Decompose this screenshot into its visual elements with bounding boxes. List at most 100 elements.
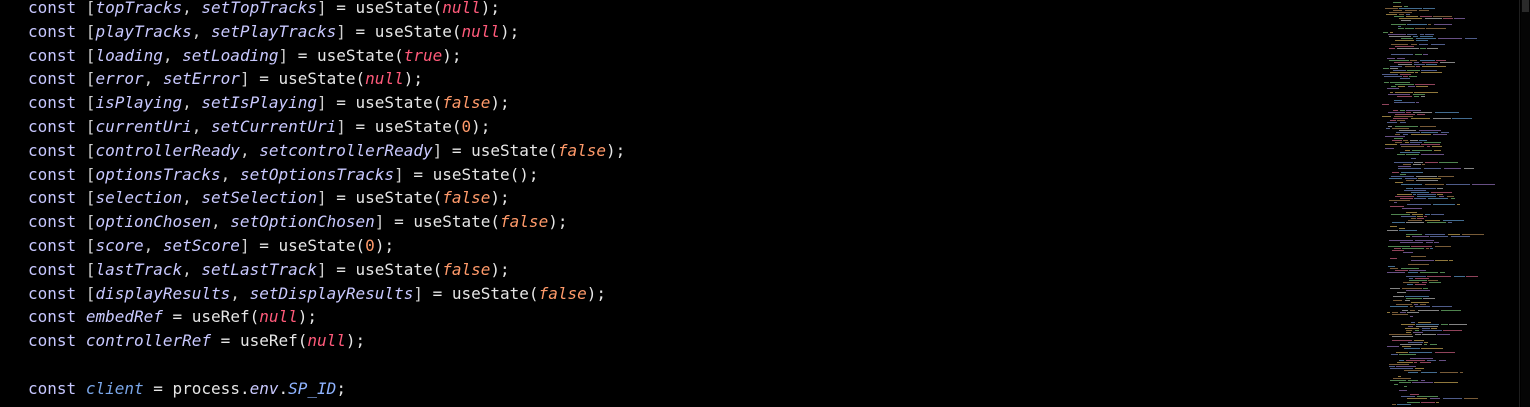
- minimap-line: [1394, 202, 1397, 203]
- minimap-line: [1403, 252, 1413, 253]
- minimap-line: [1397, 96, 1412, 97]
- minimap-line: [1394, 62, 1412, 63]
- minimap-line: [1409, 76, 1417, 77]
- minimap-line: [1421, 348, 1443, 349]
- minimap-line: [1398, 86, 1405, 87]
- minimap-line: [1406, 234, 1422, 235]
- minimap-line: [1427, 222, 1446, 223]
- minimap-line: [1389, 334, 1412, 335]
- minimap-line: [1410, 142, 1422, 143]
- minimap-line: [1415, 306, 1430, 307]
- minimap-line: [1427, 360, 1436, 361]
- state-variable: currentUri: [95, 116, 192, 136]
- minimap-line: [1393, 70, 1406, 71]
- assign-operator: =: [336, 188, 356, 208]
- minimap-line: [1430, 248, 1433, 249]
- code-line[interactable]: const [optionChosen, setOptionChosen] = …: [28, 210, 625, 234]
- minimap-line: [1406, 180, 1414, 181]
- code-line[interactable]: const [error, setError] = useState(null)…: [28, 67, 625, 91]
- vertical-scrollbar[interactable]: [1521, 0, 1530, 407]
- minimap-line: [1417, 194, 1436, 195]
- minimap-line: [1390, 368, 1413, 369]
- minimap-line: [1426, 248, 1429, 249]
- minimap-line: [1411, 134, 1431, 135]
- minimap-line: [1382, 104, 1389, 105]
- code-editor[interactable]: const [topTracks, setTopTracks] = useSta…: [0, 0, 1530, 407]
- minimap-line: [1411, 192, 1429, 193]
- code-line[interactable]: const [lastTrack, setLastTrack] = useSta…: [28, 258, 625, 282]
- minimap-line: [1405, 10, 1417, 11]
- minimap-line: [1423, 54, 1428, 55]
- minimap-line: [1440, 272, 1445, 273]
- minimap-line: [1451, 236, 1470, 237]
- minimap-line: [1396, 352, 1408, 353]
- state-setter: setSelection: [201, 188, 317, 208]
- minimap-line: [1397, 154, 1405, 155]
- minimap-line: [1426, 64, 1437, 65]
- minimap-line: [1420, 34, 1424, 35]
- assign-operator: =: [336, 259, 356, 279]
- minimap-line: [1393, 296, 1404, 297]
- comma: ,: [182, 188, 202, 208]
- minimap-line: [1420, 36, 1433, 37]
- state-setter: setIsPlaying: [201, 93, 317, 113]
- code-line[interactable]: const [score, setScore] = useState(0);: [28, 234, 625, 258]
- code-line[interactable]: const [optionsTracks, setOptionsTracks] …: [28, 163, 625, 187]
- bracket-open: [: [76, 69, 96, 89]
- minimap-line: [1398, 376, 1401, 377]
- code-line[interactable]: const [loading, setLoading] = useState(t…: [28, 44, 625, 68]
- minimap-line: [1416, 40, 1428, 41]
- minimap-line: [1390, 68, 1398, 69]
- minimap-line: [1435, 260, 1448, 261]
- code-line[interactable]: const [controllerReady, setcontrollerRea…: [28, 139, 625, 163]
- minimap-line: [1410, 60, 1417, 61]
- minimap-line: [1407, 24, 1427, 25]
- minimap-line: [1394, 102, 1415, 103]
- code-line[interactable]: const [topTracks, setTopTracks] = useSta…: [28, 0, 625, 20]
- code-line[interactable]: const [displayResults, setDisplayResults…: [28, 282, 625, 306]
- minimap-line: [1422, 62, 1438, 63]
- minimap-line: [1390, 72, 1414, 73]
- minimap-line: [1391, 176, 1414, 177]
- minimap-line: [1429, 282, 1441, 283]
- minimap-line: [1437, 194, 1443, 195]
- client-variable: client: [85, 378, 144, 398]
- minimap-line: [1411, 256, 1426, 257]
- code-line[interactable]: const [playTracks, setPlayTracks] = useS…: [28, 20, 625, 44]
- scrollbar-thumb[interactable]: [1522, 0, 1529, 12]
- minimap-line: [1392, 250, 1404, 251]
- code-area[interactable]: const [topTracks, setTopTracks] = useSta…: [28, 0, 625, 401]
- minimap-line: [1400, 242, 1423, 243]
- code-line[interactable]: const client = process.env.SP_ID;: [28, 377, 625, 401]
- minimap-line: [1403, 134, 1408, 135]
- minimap-line: [1408, 264, 1429, 265]
- minimap-separator: [1519, 0, 1520, 407]
- minimap-line: [1403, 76, 1408, 77]
- code-line[interactable]: const [currentUri, setCurrentUri] = useS…: [28, 115, 625, 139]
- minimap-line: [1391, 214, 1410, 215]
- minimap-line: [1390, 268, 1398, 269]
- minimap-line: [1418, 322, 1431, 323]
- keyword-const: const: [28, 283, 77, 303]
- minimap-line: [1393, 6, 1402, 7]
- minimap-line: [1448, 222, 1452, 223]
- code-line[interactable]: const controllerRef = useRef(null);: [28, 329, 625, 353]
- minimap-line: [1386, 128, 1390, 129]
- hook-call: useState: [355, 93, 433, 113]
- minimap-line: [1390, 288, 1400, 289]
- minimap-line: [1434, 150, 1441, 151]
- code-line[interactable]: const [isPlaying, setIsPlaying] = useSta…: [28, 91, 625, 115]
- keyword-const: const: [28, 116, 77, 136]
- code-line[interactable]: const [selection, setSelection] = useSta…: [28, 186, 625, 210]
- keyword-const: const: [28, 331, 77, 351]
- minimap[interactable]: [1372, 0, 1522, 407]
- blank-line[interactable]: [28, 353, 625, 377]
- paren-close: );: [403, 69, 423, 89]
- minimap-line: [1415, 72, 1418, 73]
- minimap-line: [1385, 8, 1398, 9]
- minimap-line: [1390, 226, 1397, 227]
- minimap-line: [1431, 44, 1445, 45]
- code-line[interactable]: const embedRef = useRef(null);: [28, 305, 625, 329]
- minimap-line: [1444, 168, 1461, 169]
